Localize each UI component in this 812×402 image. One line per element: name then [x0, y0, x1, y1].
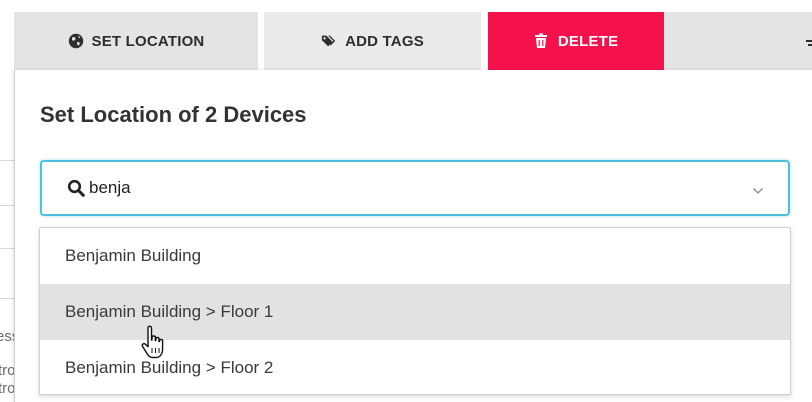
location-option[interactable]: Benjamin Building: [40, 228, 790, 284]
add-tags-button[interactable]: ADD TAGS: [264, 12, 481, 70]
more-actions-icon[interactable]: [804, 34, 812, 50]
location-search-combobox[interactable]: benja: [40, 160, 790, 216]
toolbar-divider: [481, 12, 488, 70]
search-input[interactable]: benja: [89, 178, 131, 198]
delete-button[interactable]: DELETE: [488, 12, 664, 70]
bg-divider: [0, 248, 14, 249]
location-option[interactable]: Benjamin Building > Floor 2: [40, 340, 790, 394]
globe-icon: [68, 33, 84, 49]
location-options-list: Benjamin Building Benjamin Building > Fl…: [39, 227, 791, 395]
bg-divider: [0, 205, 14, 206]
chevron-down-icon[interactable]: [752, 183, 764, 194]
screen: ess trol trol EI SET LOCATION: [0, 0, 812, 402]
set-location-label: SET LOCATION: [91, 32, 205, 50]
add-tags-label: ADD TAGS: [345, 32, 424, 50]
dialog-title: Set Location of 2 Devices: [40, 102, 307, 127]
trash-icon: [534, 33, 550, 49]
location-option[interactable]: Benjamin Building > Floor 1: [40, 284, 790, 340]
bulk-action-toolbar: SET LOCATION ADD TAGS DELETE: [14, 12, 812, 70]
bg-divider: [0, 298, 14, 299]
delete-label: DELETE: [557, 32, 619, 50]
search-icon: [67, 179, 85, 197]
set-location-button[interactable]: SET LOCATION: [14, 12, 258, 70]
tags-icon: [321, 33, 337, 49]
bg-divider: [0, 160, 14, 161]
